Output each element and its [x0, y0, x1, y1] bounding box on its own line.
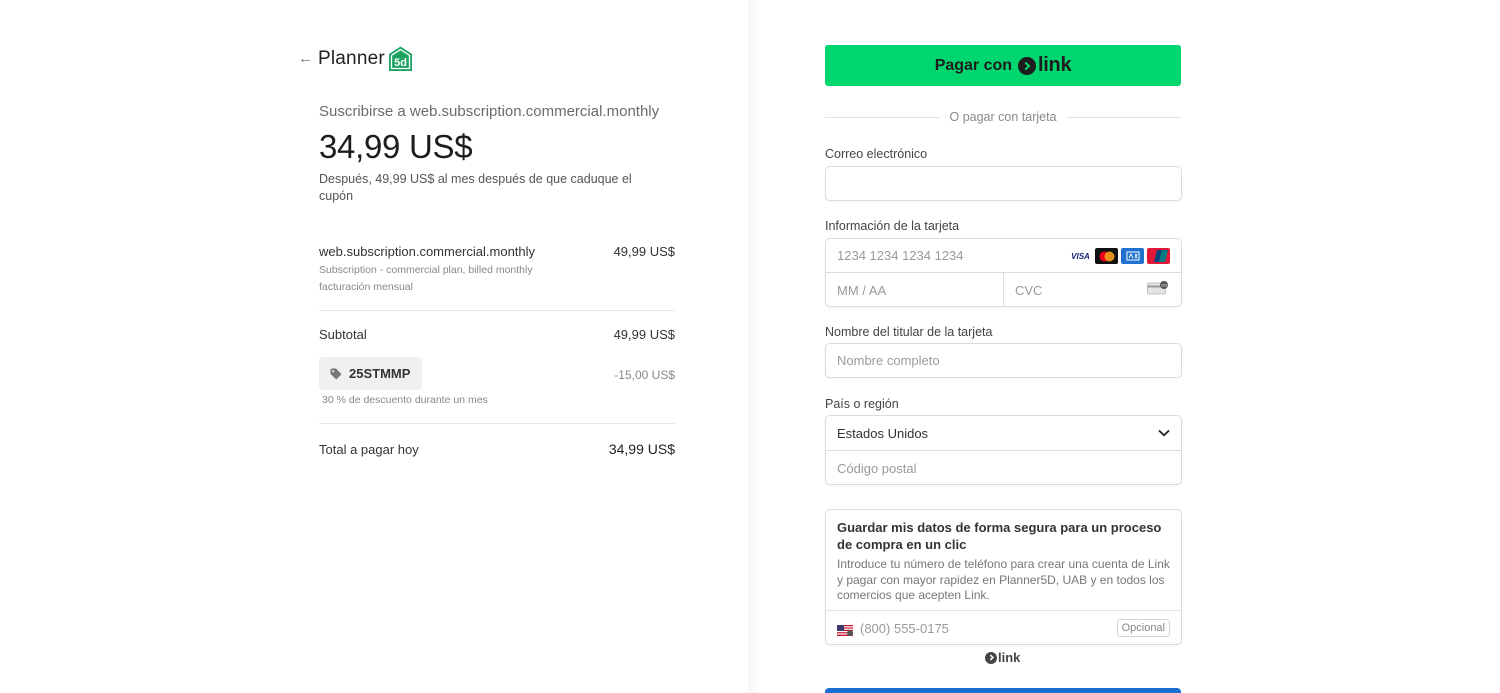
coupon-code: 25STMMP	[349, 366, 411, 381]
svg-text:123: 123	[1161, 283, 1167, 287]
country-selected-value: Estados Unidos	[837, 425, 929, 441]
link-footer-logo: link	[985, 650, 1020, 665]
card-info-label: Información de la tarjeta	[825, 219, 960, 233]
subscribe-title: Suscribirse a web.subscription.commercia…	[319, 103, 660, 120]
line-item-name: web.subscription.commercial.monthly	[319, 244, 536, 259]
card-number-input[interactable]	[826, 239, 1056, 272]
cardholder-field-wrapper	[825, 343, 1182, 378]
back-arrow-icon[interactable]: ←	[298, 50, 313, 67]
email-label: Correo electrónico	[825, 147, 928, 161]
line-item-price: 49,99 US$	[613, 244, 675, 259]
phone-row: Opcional	[826, 610, 1181, 645]
link-logo: link	[1018, 54, 1072, 77]
card-expiry-cvc-row: 123	[826, 273, 1181, 307]
or-separator: O pagar con tarjeta	[825, 108, 1182, 126]
expiry-input[interactable]	[826, 273, 1003, 307]
email-field-wrapper	[825, 166, 1182, 201]
cvc-card-icon: 123	[1147, 281, 1169, 300]
link-chevron-icon	[985, 651, 997, 664]
subscribe-button[interactable]	[825, 688, 1181, 693]
optional-badge: Opcional	[1116, 619, 1170, 637]
country-select[interactable]: Estados Unidos	[826, 416, 1181, 451]
line-item-description: Subscription - commercial plan, billed m…	[319, 262, 533, 296]
country-label: País o región	[825, 397, 899, 411]
coupon-note: 30 % de descuento durante un mes	[322, 394, 488, 406]
save-info-description: Introduce tu número de teléfono para cre…	[837, 557, 1170, 602]
order-summary-panel: ← Planner 5d Suscribirse a web.subscript…	[0, 0, 748, 693]
link-chevron-icon	[1018, 56, 1037, 75]
subtotal-label: Subtotal	[319, 327, 367, 342]
divider	[319, 423, 675, 424]
line-item-description-1: Subscription - commercial plan, billed m…	[319, 264, 533, 276]
line-item-description-2: facturación mensual	[319, 281, 413, 293]
coupon-discount-value: -15,00 US$	[614, 368, 675, 382]
after-coupon-note: Después, 49,99 US$ al mes después de que…	[319, 172, 632, 203]
us-flag-icon[interactable]	[837, 623, 853, 636]
price-today: 34,99 US$	[319, 128, 473, 165]
coupon-chip[interactable]: 25STMMP	[319, 357, 423, 390]
chevron-down-icon	[1158, 429, 1170, 437]
subtotal-value: 49,99 US$	[613, 327, 675, 342]
panel-shadow	[748, 0, 760, 693]
logo-house-icon: 5d	[387, 45, 414, 72]
logo-text: Planner	[318, 47, 385, 69]
or-pay-with-card-text: O pagar con tarjeta	[949, 110, 1057, 124]
card-brands: VISA	[1069, 248, 1170, 264]
link-save-info-box: Guardar mis datos de forma segura para u…	[825, 509, 1182, 645]
link-footer-word: link	[998, 650, 1021, 665]
tag-icon	[330, 368, 342, 379]
phone-input[interactable]	[860, 620, 1117, 636]
cardholder-name-input[interactable]	[826, 344, 1181, 377]
mastercard-icon	[1095, 248, 1118, 264]
card-number-row: VISA	[826, 239, 1181, 273]
planner5d-logo: Planner 5d	[318, 45, 414, 72]
link-word: link	[1038, 54, 1072, 76]
cardholder-label: Nombre del titular de la tarjeta	[825, 325, 993, 339]
zip-row	[826, 451, 1181, 485]
pay-with-link-label: Pagar con	[934, 56, 1013, 74]
country-group: Estados Unidos	[825, 415, 1182, 485]
amex-icon	[1121, 248, 1144, 264]
divider	[319, 310, 675, 311]
save-info-title: Guardar mis datos de forma segura para u…	[837, 520, 1162, 552]
total-value: 34,99 US$	[608, 441, 675, 457]
email-field[interactable]	[826, 167, 1181, 200]
total-label: Total a pagar hoy	[319, 442, 419, 457]
card-info-group: VISA 123	[825, 238, 1182, 307]
logo-badge-text: 5d	[394, 57, 407, 69]
visa-icon: VISA	[1069, 248, 1092, 264]
unionpay-icon	[1147, 248, 1170, 264]
pay-with-link-button[interactable]: Pagar con link	[825, 45, 1181, 86]
postal-code-input[interactable]	[826, 451, 1181, 485]
